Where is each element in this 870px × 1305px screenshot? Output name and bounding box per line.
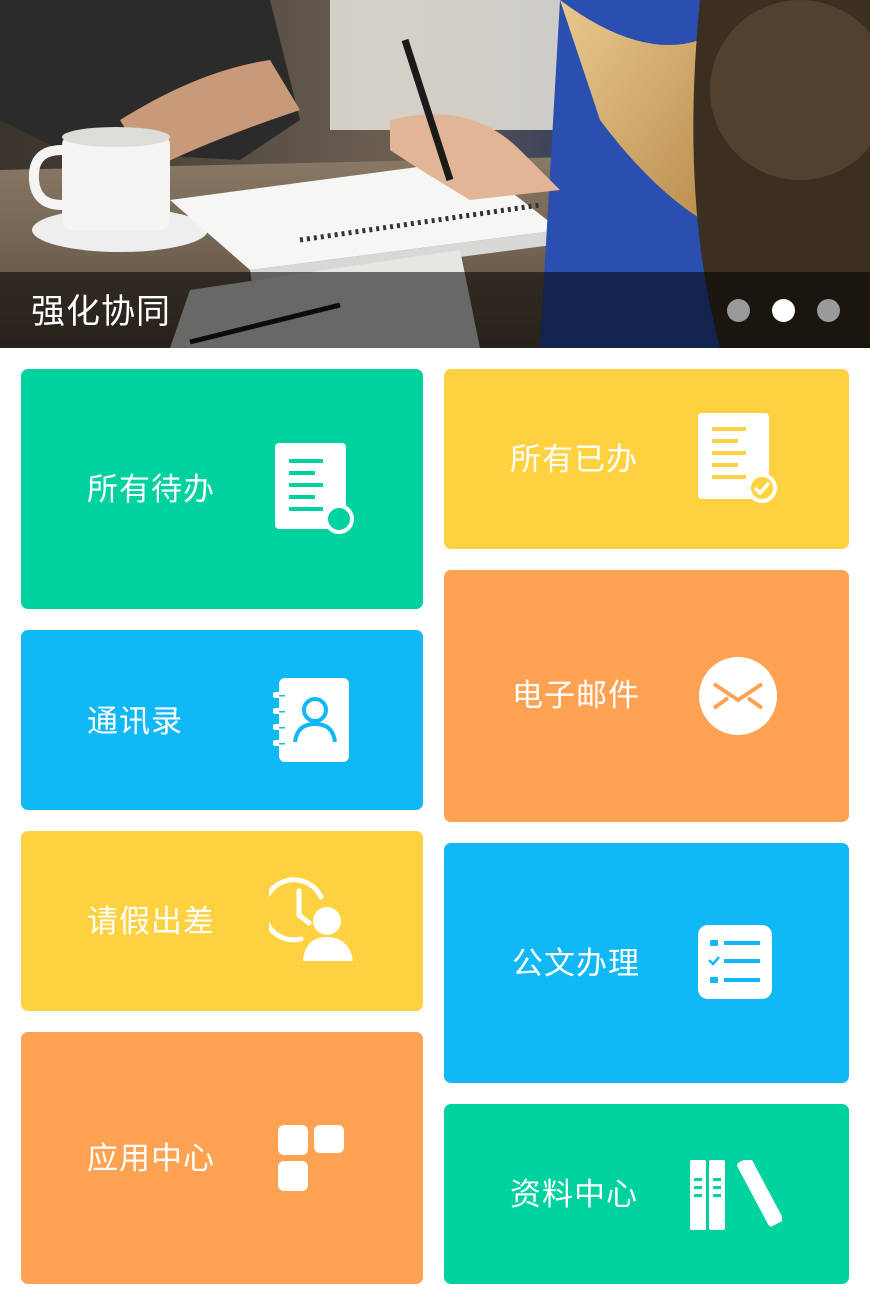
carousel-dot-1[interactable] [727, 299, 750, 322]
tile-leave-travel[interactable]: 请假出差 [21, 831, 423, 1011]
tile-label: 资料中心 [510, 1177, 638, 1213]
document-check-icon [698, 413, 780, 505]
app-grid-icon [278, 1125, 346, 1193]
tile-label: 应用中心 [87, 1141, 215, 1177]
tile-app-center[interactable]: 应用中心 [21, 1032, 423, 1284]
tile-label: 公文办理 [512, 946, 640, 982]
banner-title: 强化协同 [31, 292, 171, 332]
document-list-icon [275, 443, 357, 535]
tile-label: 所有已办 [510, 442, 638, 478]
books-icon [690, 1160, 782, 1232]
tile-email[interactable]: 电子邮件 [444, 570, 849, 822]
carousel-dot-2[interactable] [772, 299, 795, 322]
banner-carousel[interactable]: 强化协同 [0, 0, 870, 348]
checklist-icon [698, 925, 772, 999]
tile-official-documents[interactable]: 公文办理 [444, 843, 849, 1083]
tile-label: 所有待办 [87, 472, 215, 508]
tile-resource-center[interactable]: 资料中心 [444, 1104, 849, 1284]
tile-all-done[interactable]: 所有已办 [444, 369, 849, 549]
tile-label: 通讯录 [87, 704, 183, 740]
envelope-icon [698, 656, 778, 736]
tile-all-todo[interactable]: 所有待办 [21, 369, 423, 609]
address-book-icon [271, 676, 351, 764]
tile-label: 请假出差 [87, 904, 215, 940]
tile-label: 电子邮件 [512, 678, 640, 714]
clock-person-icon [269, 877, 359, 963]
carousel-indicators [727, 299, 840, 322]
carousel-dot-3[interactable] [817, 299, 840, 322]
tile-contacts[interactable]: 通讯录 [21, 630, 423, 810]
